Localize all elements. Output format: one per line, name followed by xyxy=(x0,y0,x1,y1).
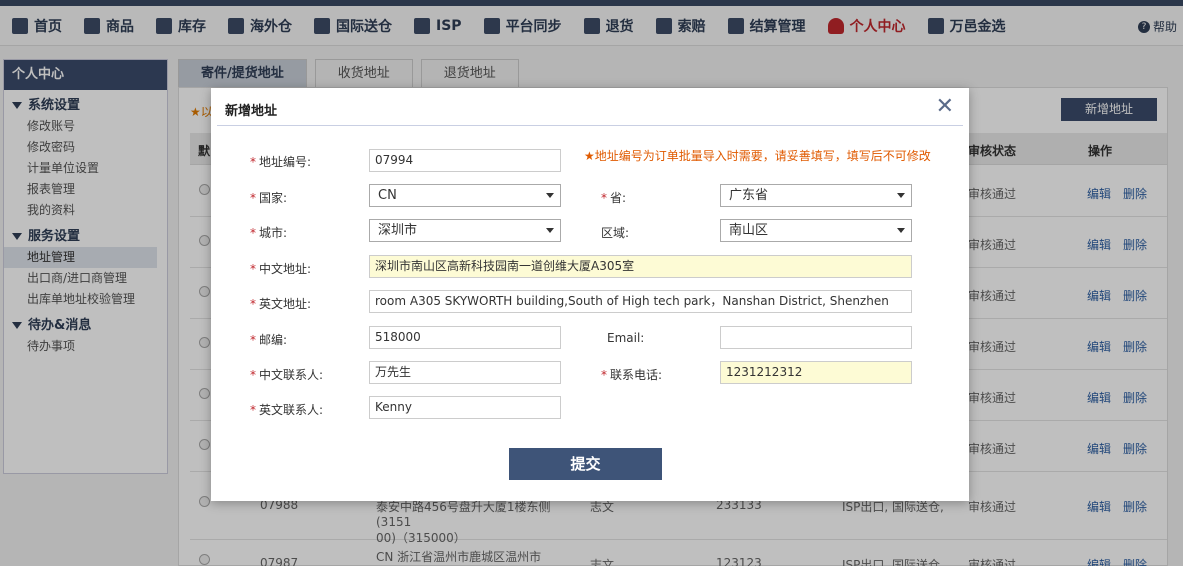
submit-button[interactable]: 提交 xyxy=(509,448,662,480)
close-icon[interactable]: ✕ xyxy=(936,94,954,120)
email-label: Email: xyxy=(607,331,645,345)
dialog-title: 新增地址 xyxy=(225,104,278,119)
country-label: * 国家: xyxy=(250,191,288,205)
en-contact-label: * 英文联系人: xyxy=(250,403,324,417)
city-label: * 城市: xyxy=(250,226,288,240)
phone-input[interactable]: 1231212312 xyxy=(720,361,912,384)
zip-input[interactable]: 518000 xyxy=(369,326,561,349)
new-address-dialog: 新增地址 ✕ * 地址编号: 07994 ★地址编号为订单批量导入时需要，请妥善填… xyxy=(211,88,969,501)
city-select[interactable]: 深圳市 xyxy=(369,219,561,242)
chevron-down-icon xyxy=(897,228,905,233)
zip-label: * 邮编: xyxy=(250,333,288,347)
en-address-label: * 英文地址: xyxy=(250,297,312,311)
address-code-warning: ★地址编号为订单批量导入时需要，请妥善填写，填写后不可修改 xyxy=(584,149,931,163)
district-label: 区域: xyxy=(601,226,630,240)
phone-label: * 联系电话: xyxy=(601,368,663,382)
chevron-down-icon xyxy=(546,228,554,233)
chevron-down-icon xyxy=(897,193,905,198)
district-select[interactable]: 南山区 xyxy=(720,219,912,242)
country-select[interactable]: CN xyxy=(369,184,561,207)
cn-contact-input[interactable]: 万先生 xyxy=(369,361,561,384)
email-input[interactable] xyxy=(720,326,912,349)
en-address-input[interactable]: room A305 SKYWORTH building,South of Hig… xyxy=(369,290,912,313)
cn-address-input[interactable]: 深圳市南山区高新科技园南一道创维大厦A305室 xyxy=(369,255,912,278)
province-select[interactable]: 广东省 xyxy=(720,184,912,207)
address-code-label: * 地址编号: xyxy=(250,155,312,169)
chevron-down-icon xyxy=(546,193,554,198)
cn-contact-label: * 中文联系人: xyxy=(250,368,324,382)
cn-address-label: * 中文地址: xyxy=(250,262,312,276)
en-contact-input[interactable]: Kenny xyxy=(369,396,561,419)
province-label: * 省: xyxy=(601,191,627,205)
title-divider xyxy=(217,125,963,126)
address-code-input[interactable]: 07994 xyxy=(369,149,561,172)
